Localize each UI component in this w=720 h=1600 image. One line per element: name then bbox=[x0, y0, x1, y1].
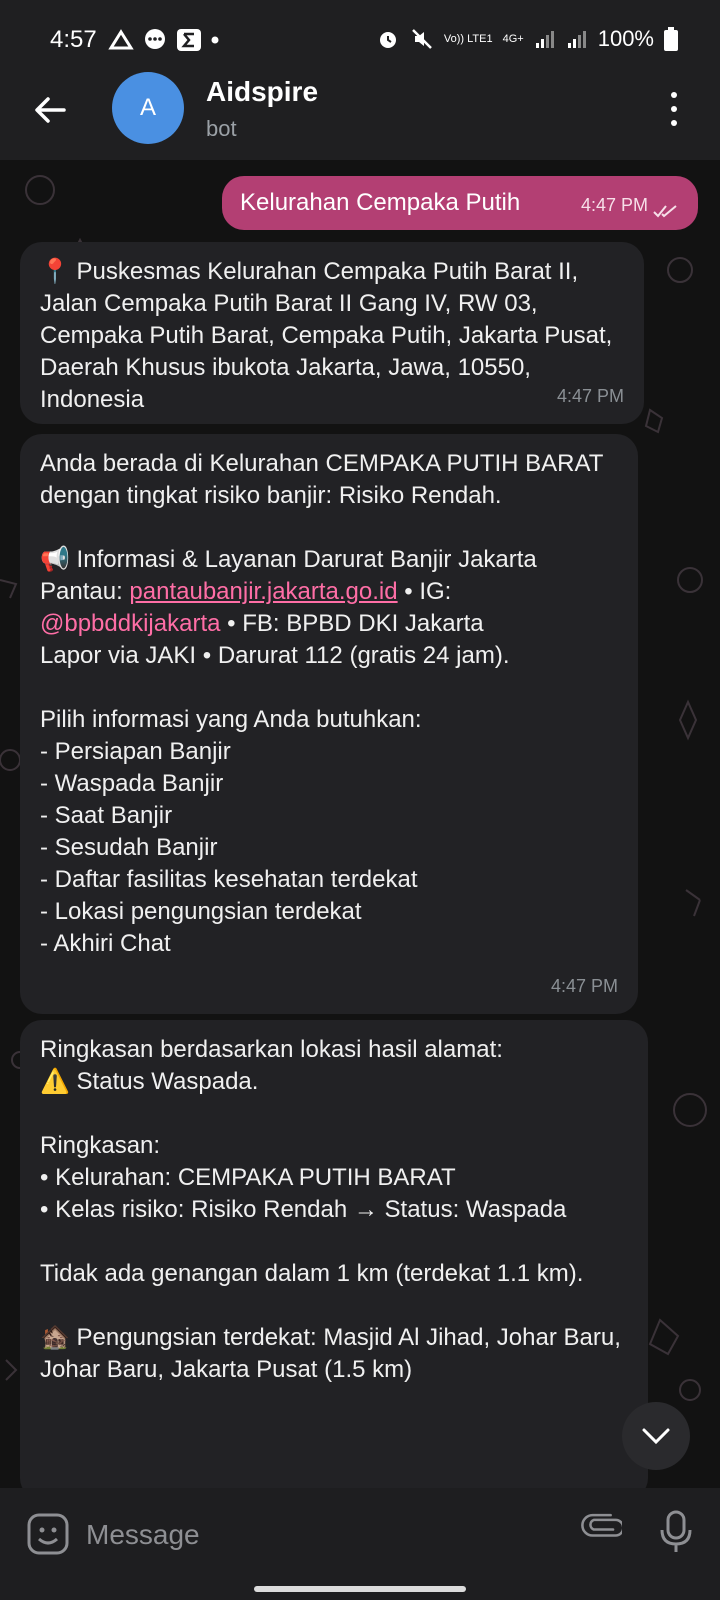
pantau-link[interactable]: pantaubanjir.jakarta.go.id bbox=[129, 578, 397, 605]
more-options-icon[interactable] bbox=[668, 92, 680, 126]
status-right: Vo)) LTE1 4G+ 100% bbox=[376, 26, 678, 52]
chevron-down-icon bbox=[642, 1428, 670, 1445]
dot-icon bbox=[211, 36, 219, 44]
avatar[interactable]: A bbox=[112, 72, 184, 144]
mute-icon bbox=[412, 29, 432, 49]
summary-line-1: Ringkasan berdasarkan lokasi hasil alama… bbox=[40, 1036, 503, 1063]
emoji-icon[interactable] bbox=[26, 1512, 70, 1556]
battery-percent: 100% bbox=[597, 26, 654, 51]
option-item: - Saat Banjir bbox=[40, 802, 173, 829]
message-input[interactable] bbox=[84, 1514, 528, 1556]
ig-handle-link[interactable]: @bpbddkijakarta bbox=[40, 610, 220, 637]
message-time: 4:47 PM bbox=[556, 386, 624, 406]
home-indicator[interactable] bbox=[254, 1586, 466, 1592]
status-left-icons bbox=[108, 28, 220, 52]
info-heading: 📢 Informasi & Layanan Darurat Banjir Jak… bbox=[40, 546, 537, 573]
read-ticks-icon bbox=[653, 205, 677, 218]
chat-icon bbox=[145, 29, 165, 49]
option-item: - Lokasi pengungsian terdekat bbox=[40, 898, 362, 925]
scroll-down-button[interactable] bbox=[622, 1402, 690, 1470]
battery-icon bbox=[664, 27, 678, 51]
incoming-message[interactable]: Ringkasan berdasarkan lokasi hasil alama… bbox=[20, 1020, 648, 1500]
option-item: - Akhiri Chat bbox=[40, 930, 171, 957]
back-arrow-icon[interactable] bbox=[30, 90, 70, 130]
option-item: - Waspada Banjir bbox=[40, 770, 224, 797]
option-item: - Daftar fasilitas kesehatan terdekat bbox=[40, 866, 418, 893]
status-bar: 4:57 Vo)) LTE1 4G+ 100% bbox=[0, 0, 720, 80]
message-text: 📍 Puskesmas Kelurahan Cempaka Putih Bara… bbox=[40, 258, 619, 413]
signal-icon bbox=[535, 31, 554, 48]
attach-icon[interactable] bbox=[574, 1508, 622, 1556]
network-4g-label: 4G+ bbox=[502, 32, 524, 45]
signal-icon-2 bbox=[567, 31, 586, 48]
outgoing-message[interactable]: Kelurahan Cempaka Putih 4:47 PM bbox=[222, 176, 698, 230]
incoming-message[interactable]: 📍 Puskesmas Kelurahan Cempaka Putih Bara… bbox=[20, 242, 644, 424]
option-item: - Sesudah Banjir bbox=[40, 834, 218, 861]
summary-bullet: • Kelas risiko: Risiko Rendah → Status: … bbox=[40, 1196, 567, 1223]
ig-label: • IG: bbox=[397, 578, 459, 605]
pantau-label: Pantau: bbox=[40, 578, 130, 605]
incoming-message[interactable]: Anda berada di Kelurahan CEMPAKA PUTIH B… bbox=[20, 434, 638, 1014]
summary-bullet: • Kelurahan: CEMPAKA PUTIH BARAT bbox=[40, 1164, 456, 1191]
volte-label: Vo)) LTE1 bbox=[443, 32, 493, 45]
drive-icon bbox=[108, 29, 134, 50]
lapor-text: Lapor via JAKI • Darurat 112 (gratis 24 … bbox=[40, 642, 510, 669]
chat-title[interactable]: Aidspire bbox=[206, 76, 318, 108]
option-item: - Persiapan Banjir bbox=[40, 738, 231, 765]
status-time: 4:57 bbox=[50, 26, 97, 53]
status-line: ⚠️ Status Waspada. bbox=[40, 1068, 259, 1095]
app-bar bbox=[0, 80, 720, 160]
sigma-icon bbox=[177, 29, 201, 51]
fb-text: • FB: BPBD DKI Jakarta bbox=[220, 610, 484, 637]
chat-subtitle: bot bbox=[206, 116, 237, 141]
info-links-line: Pantau: pantaubanjir.jakarta.go.id • IG:… bbox=[40, 576, 618, 640]
message-time: 4:47 PM bbox=[550, 976, 618, 996]
alarm-icon bbox=[379, 32, 396, 48]
message-intro: Anda berada di Kelurahan CEMPAKA PUTIH B… bbox=[40, 450, 610, 509]
microphone-icon[interactable] bbox=[654, 1508, 698, 1556]
outgoing-message-time: 4:47 PM bbox=[580, 195, 648, 215]
genangan-text: Tidak ada genangan dalam 1 km (terdekat … bbox=[40, 1260, 584, 1287]
options-heading: Pilih informasi yang Anda butuhkan: bbox=[40, 706, 422, 733]
summary-heading: Ringkasan: bbox=[40, 1132, 161, 1159]
pengungsian-text: 🏚️ Pengungsian terdekat: Masjid Al Jihad… bbox=[40, 1324, 628, 1383]
